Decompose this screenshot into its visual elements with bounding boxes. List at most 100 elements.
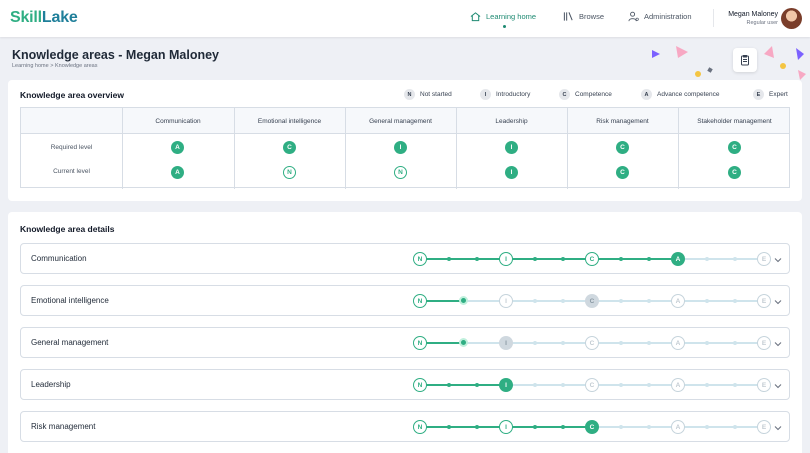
nav-divider [713, 9, 714, 27]
column-header: Emotional intelligence [257, 117, 322, 125]
current-badge: A [171, 166, 184, 179]
column-header: Communication [155, 117, 201, 125]
track-step-dot [446, 383, 451, 387]
library-icon [563, 12, 573, 21]
column-header: Leadership [495, 117, 528, 125]
detail-row-risk-management[interactable]: Risk management NICAE [20, 411, 790, 442]
track-step-dot [475, 383, 480, 387]
level-node-a: A [671, 420, 685, 434]
breadcrumb[interactable]: Learning home > Knowledge areas [12, 63, 97, 69]
chevron-down-icon[interactable] [773, 382, 783, 390]
detail-row-leadership[interactable]: Leadership NICAE [20, 369, 790, 400]
column-header: Risk management [596, 117, 649, 125]
track-step-dot [704, 383, 709, 387]
required-badge: C [283, 141, 296, 154]
level-node-i: I [499, 378, 513, 392]
column-header: General management [369, 117, 432, 125]
track-step-dot [446, 257, 451, 261]
current-badge: I [505, 166, 518, 179]
track-step-dot [475, 425, 480, 429]
page-title: Knowledge areas - Megan Maloney [12, 48, 219, 62]
level-node-e: E [757, 336, 771, 350]
level-node-n: N [413, 420, 427, 434]
level-node-e: E [757, 294, 771, 308]
clipboard-icon [741, 55, 749, 66]
report-button[interactable] [733, 48, 757, 72]
track-step-dot [532, 299, 537, 303]
active-indicator [503, 25, 507, 28]
track-step-dot [618, 341, 623, 345]
level-node-a: A [671, 336, 685, 350]
nav-learning-home[interactable]: Learning home [470, 11, 536, 28]
track-step-dot [647, 383, 652, 387]
level-node-n: N [413, 294, 427, 308]
level-node-c: C [585, 294, 599, 308]
current-badge: N [283, 166, 296, 179]
user-name[interactable]: Megan Maloney [728, 11, 778, 18]
skilllake-logo[interactable]: SkillLake [10, 9, 78, 27]
level-node-i: I [499, 420, 513, 434]
level-node-n: N [413, 252, 427, 266]
chevron-down-icon[interactable] [773, 340, 783, 348]
track-step-dot [618, 383, 623, 387]
track-step-dot [647, 257, 652, 261]
detail-row-emotional-intelligence[interactable]: Emotional intelligence NICAE [20, 285, 790, 316]
track-step-dot [733, 425, 738, 429]
track-step-dot [647, 425, 652, 429]
legend-item-expert: E Expert [753, 89, 788, 100]
level-node-e: E [757, 420, 771, 434]
level-node-i: I [499, 294, 513, 308]
track-step-dot [561, 383, 566, 387]
track-step-dot [561, 257, 566, 261]
level-node-c: C [585, 420, 599, 434]
track-step-dot [618, 257, 623, 261]
track-step-dot [704, 299, 709, 303]
level-node-c: C [585, 336, 599, 350]
level-node-a: A [671, 294, 685, 308]
track-step-dot [733, 383, 738, 387]
column-header: Stakeholder management [697, 117, 772, 125]
legend-item-competence: C Competence [559, 89, 612, 100]
overview-table: Communication Emotional intelligence Gen… [20, 107, 790, 189]
track-step-dot [618, 425, 623, 429]
required-badge: C [616, 141, 629, 154]
home-icon [470, 12, 481, 22]
track-step-dot [647, 341, 652, 345]
required-badge: I [505, 141, 518, 154]
overview-card: Knowledge area overview N Not started I … [8, 80, 802, 201]
confetti-decoration [652, 46, 806, 80]
chevron-down-icon[interactable] [773, 298, 783, 306]
track-step-dot [704, 425, 709, 429]
track-step-dot [561, 299, 566, 303]
track-step-dot [704, 257, 709, 261]
track-step-dot [475, 257, 480, 261]
track-step-dot [532, 425, 537, 429]
track-step-dot [446, 425, 451, 429]
track-step-dot [704, 341, 709, 345]
chevron-down-icon[interactable] [773, 424, 783, 432]
top-bar: SkillLake Learning home Browse Administr… [0, 0, 810, 37]
track-step-dot [561, 425, 566, 429]
track-step-dot [532, 341, 537, 345]
chevron-down-icon[interactable] [773, 256, 783, 264]
current-badge: C [616, 166, 629, 179]
detail-row-general-management[interactable]: General management NICAE [20, 327, 790, 358]
user-role: Regular user [746, 20, 779, 26]
nav-browse[interactable]: Browse [563, 11, 604, 22]
legend-item-not-started: N Not started [404, 89, 452, 100]
nav-administration[interactable]: Administration [628, 11, 692, 22]
level-node-c: C [585, 378, 599, 392]
track-step-dot [618, 299, 623, 303]
track-step-dot [733, 299, 738, 303]
user-gear-icon [628, 11, 639, 22]
current-position-marker [458, 296, 468, 305]
required-badge: C [728, 141, 741, 154]
overview-title: Knowledge area overview [20, 90, 124, 100]
track-step-dot [532, 383, 537, 387]
legend-item-advance-competence: A Advance competence [641, 89, 720, 100]
avatar[interactable] [781, 8, 802, 29]
current-position-marker [458, 338, 468, 347]
detail-row-communication[interactable]: Communication NICAE [20, 243, 790, 274]
track-step-dot [647, 299, 652, 303]
track-fill [420, 384, 506, 386]
